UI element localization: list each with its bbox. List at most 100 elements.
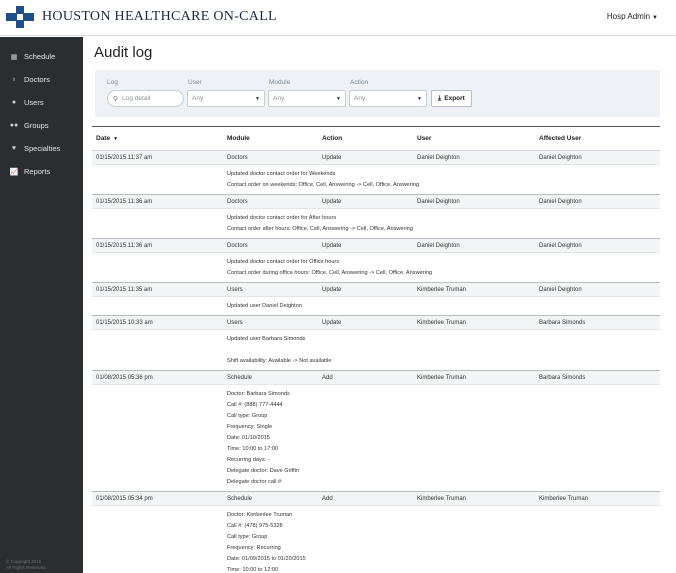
sidebar-item-users[interactable]: ● Users [0, 91, 83, 114]
detail-line: Shift availability: Available -> Not ava… [227, 358, 332, 364]
row-details: Updated user Daniel Deighton [92, 297, 660, 315]
group-icon: ●● [9, 122, 19, 129]
detail-line: Call type: Group [227, 534, 268, 540]
affected-cell: Daniel Deighton [539, 155, 582, 161]
action-column-header: Action [322, 135, 343, 142]
module-cell: Doctors [227, 199, 248, 205]
cross-logo-icon [6, 6, 34, 28]
action-cell: Update [322, 199, 342, 205]
detail-line: Updated doctor contact order for Weekend… [227, 171, 336, 177]
table-row-summary: 01/08/2015 05:34 pm Schedule Add Kimberlee … [92, 492, 660, 506]
row-details: Doctor: Barbara Simonds Call #: (888) 777… [92, 385, 660, 491]
sidebar-item-label: Schedule [24, 52, 56, 61]
caret-down-icon: ▼ [255, 95, 260, 102]
user-cell: Daniel Deighton [417, 199, 460, 205]
filter-panel: Log ⚲ Log detail User Any ▼ Module Any ▼… [95, 70, 660, 117]
row-details: Updated doctor contact order for Office … [92, 253, 660, 282]
module-cell: Users [227, 287, 243, 293]
logo[interactable]: HOUSTON HEALTHCARE ON-CALL [6, 6, 277, 28]
table-row: 01/15/2015 10:33 am Users Update Kimberlee … [92, 316, 660, 371]
module-cell: Schedule [227, 496, 253, 502]
table-row-summary: 01/15/2015 11:35 am Users Update Kimberlee … [92, 283, 660, 297]
affected-user-column-header: Affected User [539, 135, 582, 142]
log-detail-input[interactable]: ⚲ Log detail [107, 90, 184, 107]
sidebar-item-label: Doctors [24, 75, 50, 84]
table-row: 01/15/2015 11:36 am Doctors Update Daniel D… [92, 195, 660, 239]
affected-cell: Kimberlee Truman [539, 496, 589, 502]
table-row-summary: 01/15/2015 10:33 am Users Update Kimberlee … [92, 316, 660, 330]
sidebar-item-reports[interactable]: 📈 Reports [0, 160, 83, 183]
table-row-summary: 01/15/2015 11:36 am Doctors Update Daniel D… [92, 195, 660, 209]
detail-line: Frequency: Recurring [227, 545, 281, 551]
row-details: Updated doctor contact order for Weekend… [92, 165, 660, 194]
detail-line [227, 345, 660, 356]
date-cell: 01/15/2015 11:36 am [96, 243, 153, 249]
action-filter-label: Action [350, 79, 369, 86]
line-chart-icon: 📈 [9, 168, 19, 176]
copyright: © Copyright 2015 All Rights Reserved [6, 559, 46, 570]
sidebar: ▦ Schedule ♁ Doctors ● Users ●● Groups ♥ Specialt… [0, 37, 83, 573]
detail-line: Doctor: Kimberlee Truman [227, 512, 293, 518]
sidebar-item-specialties[interactable]: ♥ Specialties [0, 137, 83, 160]
download-icon: ⤓ [438, 94, 442, 102]
detail-line: Call #: (888) 777-4444 [227, 402, 283, 408]
user-select[interactable]: Any ▼ [187, 90, 265, 107]
sidebar-item-doctors[interactable]: ♁ Doctors [0, 68, 83, 91]
detail-line: Call type: Group [227, 413, 268, 419]
sort-desc-icon: ▼ [113, 136, 119, 142]
detail-line: Updated user Daniel Deighton [227, 303, 302, 309]
detail-line: Date: 01/10/2015 [227, 435, 270, 441]
log-filter-label: Log [107, 79, 118, 86]
user-cell: Kimberlee Truman [417, 496, 467, 502]
logo-text: HOUSTON HEALTHCARE ON-CALL [42, 9, 277, 24]
user-cell: Kimberlee Truman [417, 375, 467, 381]
table-row: 01/15/2015 11:37 am Doctors Update Daniel D… [92, 151, 660, 195]
user-icon: ● [11, 99, 17, 106]
caret-down-icon: ▼ [336, 95, 341, 102]
date-cell: 01/15/2015 11:35 am [96, 287, 153, 293]
sidebar-item-label: Specialties [24, 144, 61, 153]
user-cell: Kimberlee Truman [417, 320, 467, 326]
date-column-header[interactable]: Date ▼ [96, 135, 118, 142]
detail-line: Contact order on weekends: Office, Cell,… [227, 182, 420, 188]
module-cell: Doctors [227, 155, 248, 161]
detail-line: Delegate doctor call #: [227, 479, 283, 485]
export-button[interactable]: ⤓ Export [431, 90, 472, 107]
top-bar: HOUSTON HEALTHCARE ON-CALL Hosp Admin ▼ [0, 0, 676, 36]
row-details: Doctor: Kimberlee Truman Call #: (478) 97… [92, 506, 660, 573]
sidebar-item-groups[interactable]: ●● Groups [0, 114, 83, 137]
table-row: 01/15/2015 11:36 am Doctors Update Daniel D… [92, 239, 660, 283]
detail-line: Date: 01/09/2015 to 01/20/2015 [227, 556, 306, 562]
module-cell: Doctors [227, 243, 248, 249]
sidebar-item-schedule[interactable]: ▦ Schedule [0, 45, 83, 68]
user-menu-label: Hosp Admin [606, 12, 651, 21]
affected-cell: Daniel Deighton [539, 287, 582, 293]
date-cell: 01/08/2015 05:36 pm [96, 375, 153, 381]
module-select[interactable]: Any ▼ [268, 90, 346, 107]
user-column-header: User [417, 135, 432, 142]
affected-cell: Daniel Deighton [539, 199, 582, 205]
user-cell: Daniel Deighton [417, 243, 460, 249]
action-select[interactable]: Any ▼ [349, 90, 427, 107]
user-menu[interactable]: Hosp Admin ▼ [607, 12, 658, 21]
detail-line: Time: 10:00 to 17:00 [227, 446, 279, 452]
detail-line: Recurring days: - [227, 457, 270, 463]
detail-line: Call #: (478) 975-5328 [227, 523, 283, 529]
detail-line: Updated doctor contact order for Office … [227, 259, 340, 265]
caret-down-icon: ▼ [652, 15, 658, 21]
detail-line: Contact order after hours: Office, Cell,… [227, 226, 413, 232]
table-row-summary: 01/15/2015 11:36 am Doctors Update Daniel D… [92, 239, 660, 253]
detail-line: Updated user Barbara Simonds [227, 336, 306, 342]
action-cell: Update [322, 320, 342, 326]
user-cell: Kimberlee Truman [417, 287, 467, 293]
calendar-icon: ▦ [10, 53, 18, 61]
affected-cell: Daniel Deighton [539, 243, 582, 249]
table-row-summary: 01/08/2015 05:36 pm Schedule Add Kimberlee … [92, 371, 660, 385]
page-title: Audit log [94, 44, 153, 61]
action-cell: Update [322, 243, 342, 249]
action-cell: Update [322, 287, 342, 293]
detail-line: Contact order during office hours: Offic… [227, 270, 433, 276]
table-row: 01/08/2015 05:36 pm Schedule Add Kimberlee … [92, 371, 660, 492]
row-details: Updated user Barbara Simonds Shift availa… [92, 330, 660, 370]
sidebar-item-label: Users [24, 98, 44, 107]
